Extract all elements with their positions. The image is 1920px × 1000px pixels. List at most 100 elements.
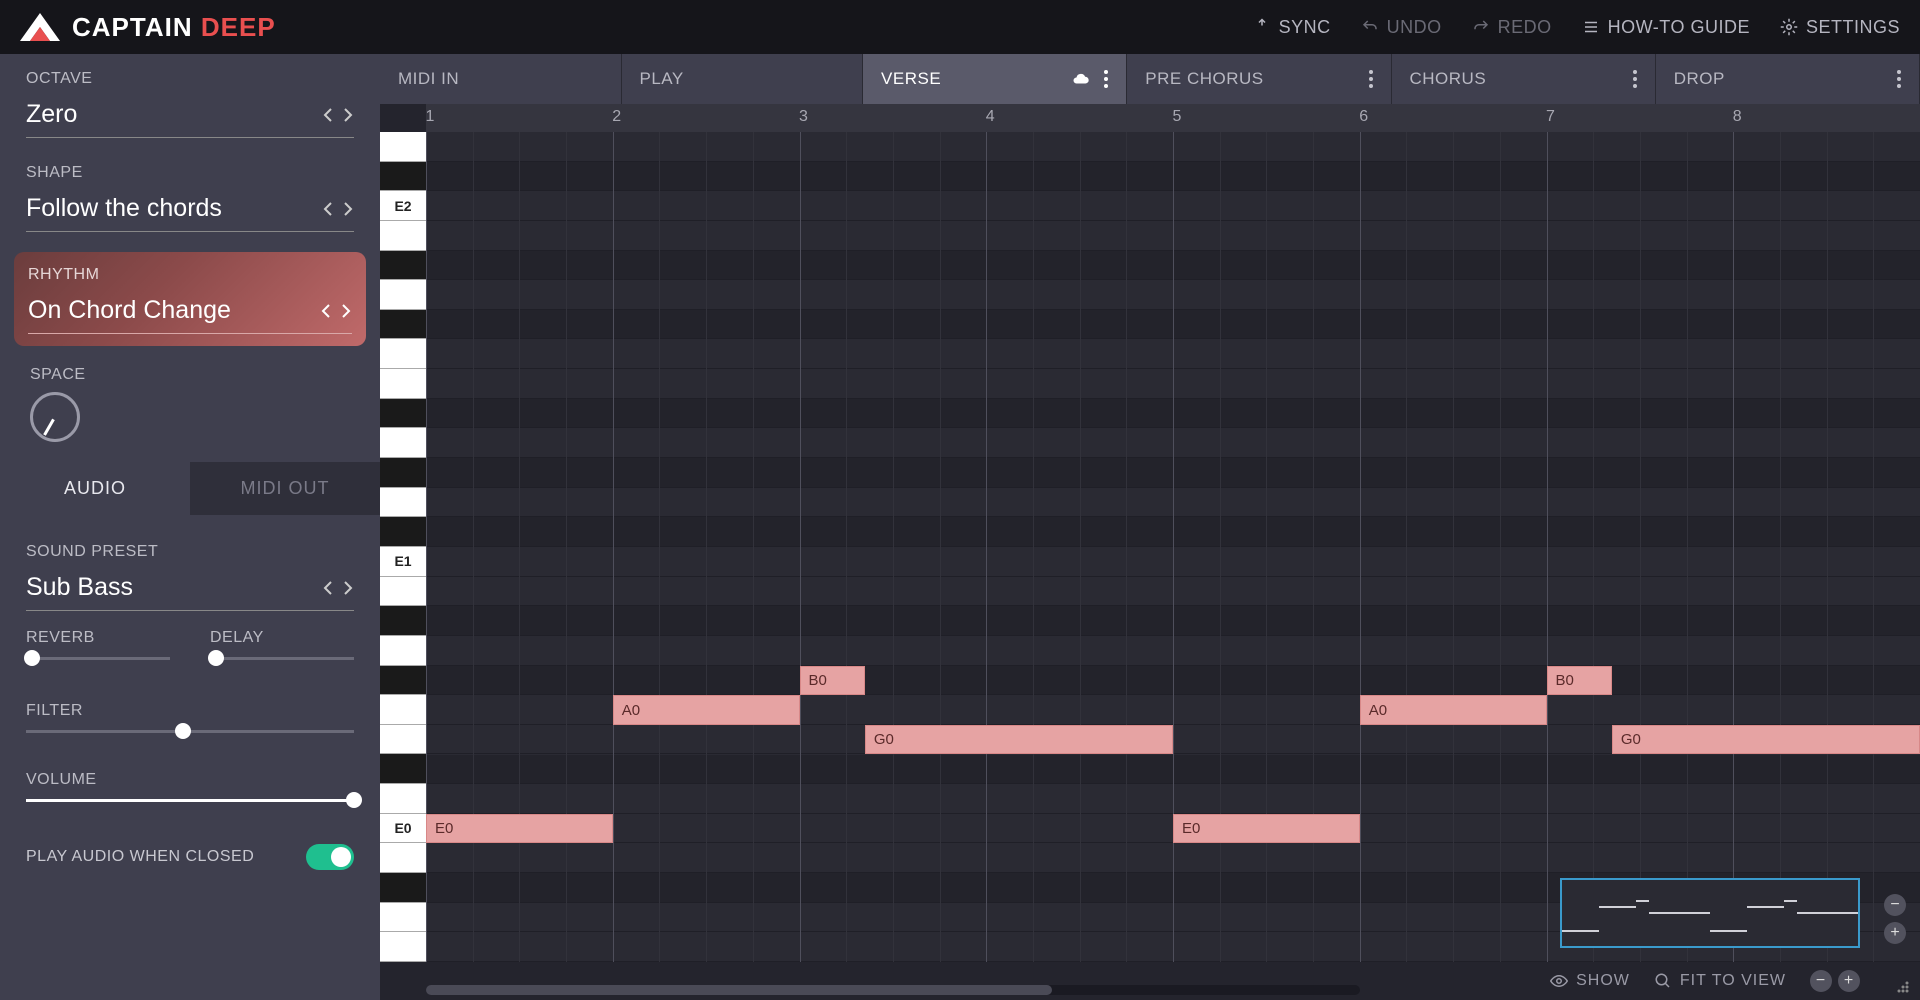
piano-key[interactable] — [380, 666, 426, 696]
menu-dots-icon[interactable] — [1897, 70, 1901, 88]
resize-corner-icon[interactable] — [1894, 978, 1910, 994]
tab-pre-chorus[interactable]: PRE CHORUS — [1127, 54, 1391, 104]
midi-note[interactable]: G0 — [1612, 725, 1920, 755]
piano-key[interactable] — [380, 903, 426, 933]
minimap[interactable] — [1560, 878, 1860, 948]
octave-label: OCTAVE — [26, 70, 354, 88]
logo-icon — [20, 13, 60, 41]
play-closed-toggle[interactable] — [306, 844, 354, 870]
play-closed-label: PLAY AUDIO WHEN CLOSED — [26, 848, 254, 866]
rhythm-label: RHYTHM — [28, 266, 352, 284]
section-tabs: MIDI IN PLAY VERSE PRE CHORUS CHORUS DRO… — [380, 54, 1920, 104]
midi-note[interactable]: A0 — [1360, 695, 1547, 725]
piano-key[interactable] — [380, 488, 426, 518]
ruler-bar-number: 6 — [1359, 108, 1368, 126]
midi-note[interactable]: B0 — [1547, 666, 1612, 696]
tab-midi-out[interactable]: MIDI OUT — [190, 462, 380, 515]
tab-midi-in[interactable]: MIDI IN — [380, 54, 622, 104]
midi-note[interactable]: B0 — [800, 666, 865, 696]
piano-key[interactable] — [380, 428, 426, 458]
fit-to-view-button[interactable]: FIT TO VIEW — [1654, 972, 1786, 990]
chevron-right-icon[interactable] — [340, 581, 354, 595]
preset-select[interactable]: Sub Bass — [26, 567, 354, 611]
piano-key[interactable]: E0 — [380, 814, 426, 844]
octave-select[interactable]: Zero — [26, 94, 354, 138]
filter-slider[interactable] — [26, 730, 354, 733]
delay-label: DELAY — [210, 629, 354, 647]
space-label: SPACE — [30, 366, 354, 384]
sync-icon — [1253, 18, 1271, 36]
piano-key[interactable]: E2 — [380, 191, 426, 221]
piano-key[interactable] — [380, 636, 426, 666]
app-title-a: CAPTAIN — [72, 12, 193, 42]
piano-keys[interactable]: E2 E1 E0 — [380, 132, 426, 962]
chevron-left-icon[interactable] — [322, 581, 336, 595]
midi-note[interactable]: E0 — [1173, 814, 1360, 844]
chevron-left-icon[interactable] — [320, 304, 334, 318]
midi-note[interactable]: A0 — [613, 695, 800, 725]
note-grid[interactable]: E0A0B0G0E0A0B0G0 — [426, 132, 1920, 962]
piano-key[interactable] — [380, 517, 426, 547]
cloud-icon[interactable] — [1072, 70, 1090, 88]
chevron-left-icon[interactable] — [322, 108, 336, 122]
piano-key[interactable] — [380, 162, 426, 192]
zoom-out-h-button[interactable]: − — [1810, 970, 1832, 992]
redo-icon — [1472, 18, 1490, 36]
volume-slider[interactable] — [26, 799, 354, 802]
ruler[interactable]: 123456789 — [426, 104, 1920, 132]
tab-chorus[interactable]: CHORUS — [1392, 54, 1656, 104]
space-knob[interactable] — [30, 392, 80, 442]
piano-key[interactable] — [380, 577, 426, 607]
preset-label: SOUND PRESET — [26, 543, 354, 561]
settings-button[interactable]: SETTINGS — [1780, 17, 1900, 38]
zoom-in-h-button[interactable]: + — [1838, 970, 1860, 992]
undo-button[interactable]: UNDO — [1361, 17, 1442, 38]
piano-key[interactable] — [380, 754, 426, 784]
redo-button[interactable]: REDO — [1472, 17, 1552, 38]
reverb-slider[interactable] — [26, 657, 170, 660]
chevron-left-icon[interactable] — [322, 202, 336, 216]
piano-key[interactable] — [380, 725, 426, 755]
tab-verse[interactable]: VERSE — [863, 54, 1127, 104]
tab-audio[interactable]: AUDIO — [0, 462, 190, 515]
piano-key[interactable] — [380, 280, 426, 310]
sync-button[interactable]: SYNC — [1253, 17, 1331, 38]
rhythm-select[interactable]: On Chord Change — [28, 290, 352, 334]
piano-key[interactable] — [380, 399, 426, 429]
menu-dots-icon[interactable] — [1633, 70, 1637, 88]
tab-play[interactable]: PLAY — [622, 54, 864, 104]
shape-select[interactable]: Follow the chords — [26, 188, 354, 232]
chevron-right-icon[interactable] — [340, 202, 354, 216]
zoom-out-v-button[interactable]: − — [1884, 894, 1906, 916]
piano-key[interactable] — [380, 310, 426, 340]
tab-drop[interactable]: DROP — [1656, 54, 1920, 104]
chevron-right-icon[interactable] — [338, 304, 352, 318]
piano-key[interactable]: E1 — [380, 547, 426, 577]
midi-note[interactable]: E0 — [426, 814, 613, 844]
piano-key[interactable] — [380, 339, 426, 369]
horizontal-scrollbar[interactable] — [426, 985, 1360, 995]
piano-key[interactable] — [380, 695, 426, 725]
piano-key[interactable] — [380, 132, 426, 162]
piano-key[interactable] — [380, 606, 426, 636]
menu-dots-icon[interactable] — [1104, 70, 1108, 88]
zoom-in-v-button[interactable]: + — [1884, 922, 1906, 944]
piano-key[interactable] — [380, 843, 426, 873]
chevron-right-icon[interactable] — [340, 108, 354, 122]
piano-key[interactable] — [380, 932, 426, 962]
piano-key[interactable] — [380, 873, 426, 903]
piano-key[interactable] — [380, 458, 426, 488]
piano-key[interactable] — [380, 221, 426, 251]
show-button[interactable]: SHOW — [1550, 972, 1630, 990]
piano-key[interactable] — [380, 784, 426, 814]
eye-icon — [1550, 972, 1568, 990]
piano-key[interactable] — [380, 369, 426, 399]
delay-slider[interactable] — [210, 657, 354, 660]
howto-button[interactable]: HOW-TO GUIDE — [1582, 17, 1750, 38]
menu-dots-icon[interactable] — [1369, 70, 1373, 88]
midi-note[interactable]: G0 — [865, 725, 1173, 755]
ruler-bar-number: 1 — [426, 108, 435, 126]
ruler-bar-number: 8 — [1733, 108, 1742, 126]
piano-key[interactable] — [380, 251, 426, 281]
editor: MIDI IN PLAY VERSE PRE CHORUS CHORUS DRO… — [380, 54, 1920, 1000]
